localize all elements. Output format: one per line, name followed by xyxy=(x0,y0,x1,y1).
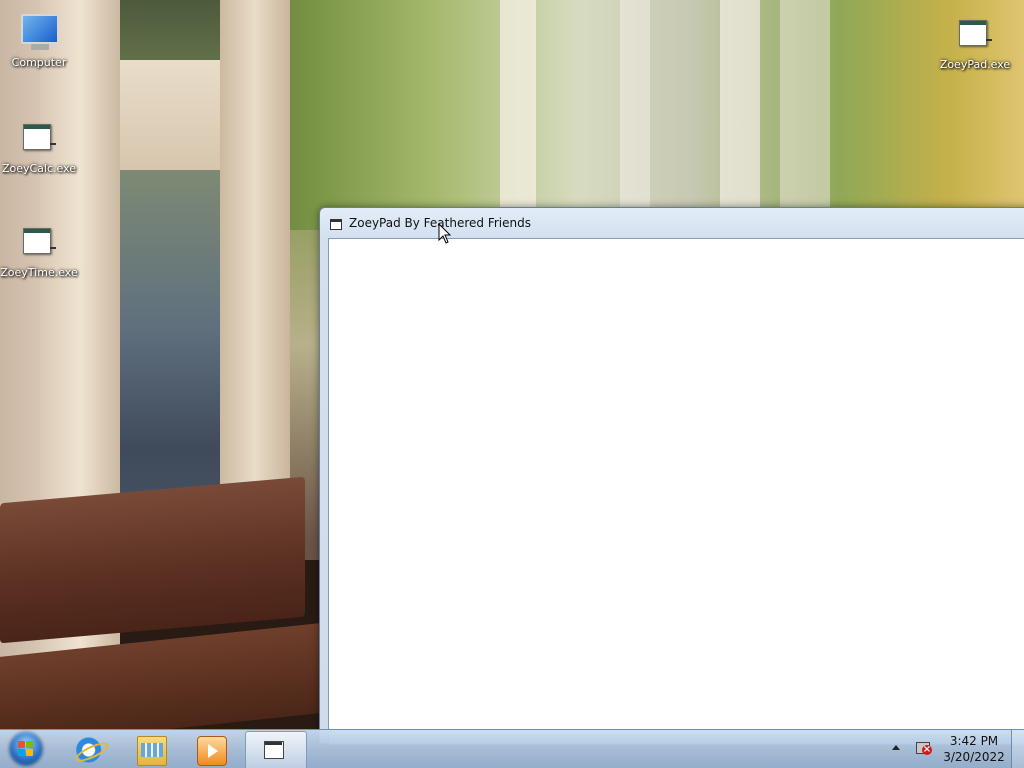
desktop-icon-zoeycalc[interactable]: ZoeyCalc.exe xyxy=(0,116,78,175)
taskbar-clock[interactable]: 3:42 PM 3/20/2022 xyxy=(938,733,1010,765)
taskbar-task-zoeypad[interactable] xyxy=(245,731,307,768)
application-icon xyxy=(17,220,61,264)
text-editor-area[interactable] xyxy=(328,238,1024,745)
application-icon xyxy=(953,12,997,56)
internet-explorer-icon xyxy=(76,736,104,764)
wallpaper-background xyxy=(280,0,1024,230)
application-icon xyxy=(17,116,61,160)
media-player-icon xyxy=(197,736,227,766)
taskbar-pin-windows-explorer[interactable] xyxy=(123,732,179,767)
taskbar-pin-media-player[interactable] xyxy=(183,732,239,767)
window-titlebar[interactable]: ZoeyPad By Feathered Friends xyxy=(320,208,1024,238)
desktop-icon-zoeytime[interactable]: ZoeyTime.exe xyxy=(0,220,78,279)
network-disconnected-icon[interactable] xyxy=(914,741,932,757)
application-icon[interactable] xyxy=(330,219,342,230)
mouse-cursor-icon xyxy=(438,223,452,244)
taskbar: 3:42 PM 3/20/2022 xyxy=(0,729,1024,768)
folder-icon xyxy=(137,736,167,766)
wallpaper-chair-back xyxy=(0,476,305,644)
windows-start-orb-icon xyxy=(9,732,43,766)
application-icon xyxy=(264,741,284,759)
desktop-icon-computer[interactable]: Computer xyxy=(0,10,78,69)
desktop: Computer ZoeyCalc.exe ZoeyTime.exe ZoeyP… xyxy=(0,0,1024,768)
chevron-up-icon[interactable] xyxy=(892,745,900,750)
clock-date: 3/20/2022 xyxy=(943,750,1005,764)
wallpaper-pillar xyxy=(500,0,536,210)
wallpaper-pillar xyxy=(620,0,650,210)
desktop-icon-label: Computer xyxy=(11,56,67,69)
zoeypad-window[interactable]: ZoeyPad By Feathered Friends xyxy=(319,207,1024,745)
wallpaper-pillar xyxy=(780,0,830,210)
start-button[interactable] xyxy=(6,730,46,768)
desktop-icon-label: ZoeyCalc.exe xyxy=(1,162,77,175)
clock-time: 3:42 PM xyxy=(949,734,999,748)
computer-icon xyxy=(17,10,61,54)
wallpaper-pillar xyxy=(720,0,760,210)
taskbar-pin-internet-explorer[interactable] xyxy=(62,732,118,767)
show-desktop-button[interactable] xyxy=(1011,730,1024,768)
desktop-icon-zoeypad[interactable]: ZoeyPad.exe xyxy=(936,12,1014,71)
desktop-icon-label: ZoeyTime.exe xyxy=(0,266,78,279)
desktop-icon-label: ZoeyPad.exe xyxy=(939,58,1011,71)
